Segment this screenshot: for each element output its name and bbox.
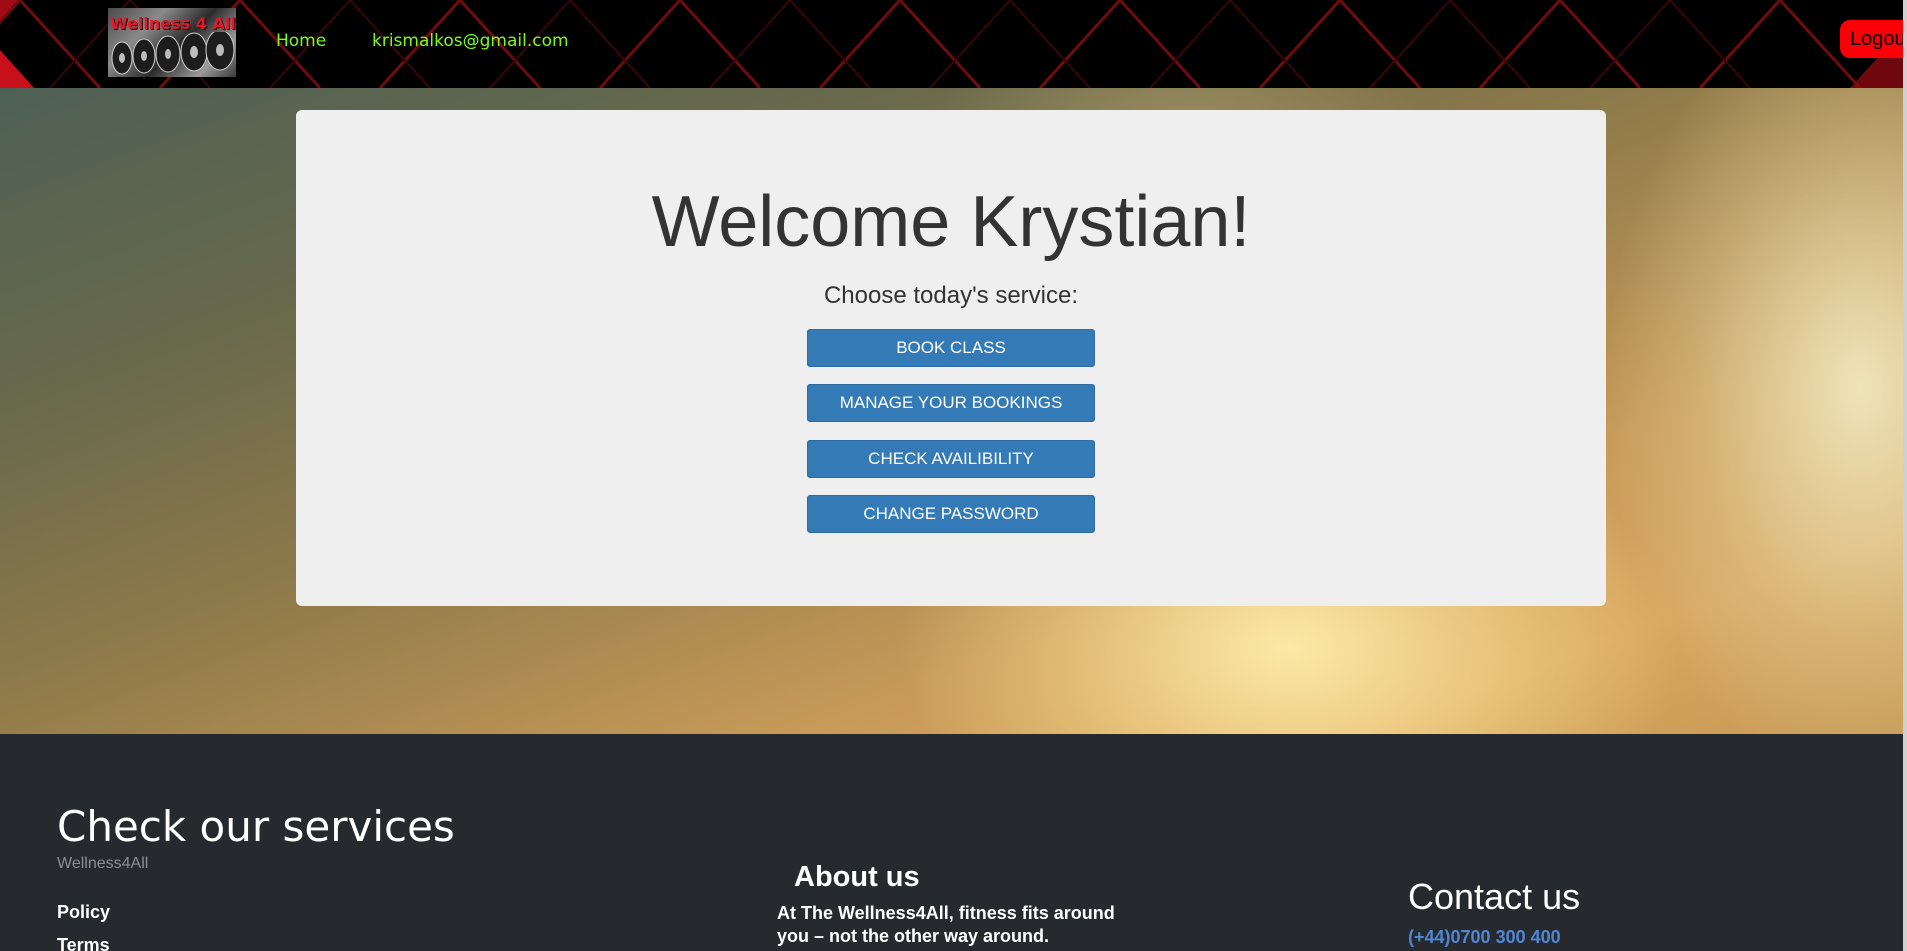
footer-brand-name: Wellness4All bbox=[57, 855, 149, 872]
footer-about-text: At The Wellness4All, fitness fits around… bbox=[777, 903, 1115, 946]
check-availability-button[interactable]: CHECK AVAILIBILITY bbox=[807, 440, 1095, 478]
logo-text: Wellness 4 All bbox=[110, 14, 236, 33]
footer-terms-link[interactable]: Terms bbox=[57, 935, 110, 951]
footer-about-title: About us bbox=[794, 861, 920, 893]
footer-policy-link[interactable]: Policy bbox=[57, 902, 110, 923]
nav-home-link[interactable]: Home bbox=[276, 31, 326, 51]
book-class-button[interactable]: BOOK CLASS bbox=[807, 329, 1095, 367]
footer-services-title: Check our services bbox=[57, 802, 455, 851]
footer-phone-link[interactable]: (+44)0700 300 400 bbox=[1408, 927, 1561, 948]
site-footer: Check our services Wellness4All Policy T… bbox=[0, 734, 1903, 951]
change-password-button[interactable]: CHANGE PASSWORD bbox=[807, 495, 1095, 533]
manage-bookings-button[interactable]: MANAGE YOUR BOOKINGS bbox=[807, 384, 1095, 422]
welcome-title: Welcome Krystian! bbox=[651, 182, 1251, 262]
page-scrollbar[interactable] bbox=[1903, 0, 1907, 951]
hero-section: Welcome Krystian! Choose today's service… bbox=[0, 88, 1903, 734]
brand-logo[interactable]: Wellness 4 All bbox=[108, 8, 236, 77]
dumbbell-rack-image bbox=[111, 32, 235, 75]
logout-button[interactable]: Logout bbox=[1840, 20, 1903, 58]
service-prompt: Choose today's service: bbox=[823, 282, 1079, 309]
footer-contact-title: Contact us bbox=[1408, 876, 1581, 917]
top-navbar: Wellness 4 All Home krismalkos@gmail.com… bbox=[0, 0, 1903, 88]
nav-user-email-link[interactable]: krismalkos@gmail.com bbox=[372, 31, 569, 51]
welcome-card: Welcome Krystian! Choose today's service… bbox=[296, 110, 1606, 606]
